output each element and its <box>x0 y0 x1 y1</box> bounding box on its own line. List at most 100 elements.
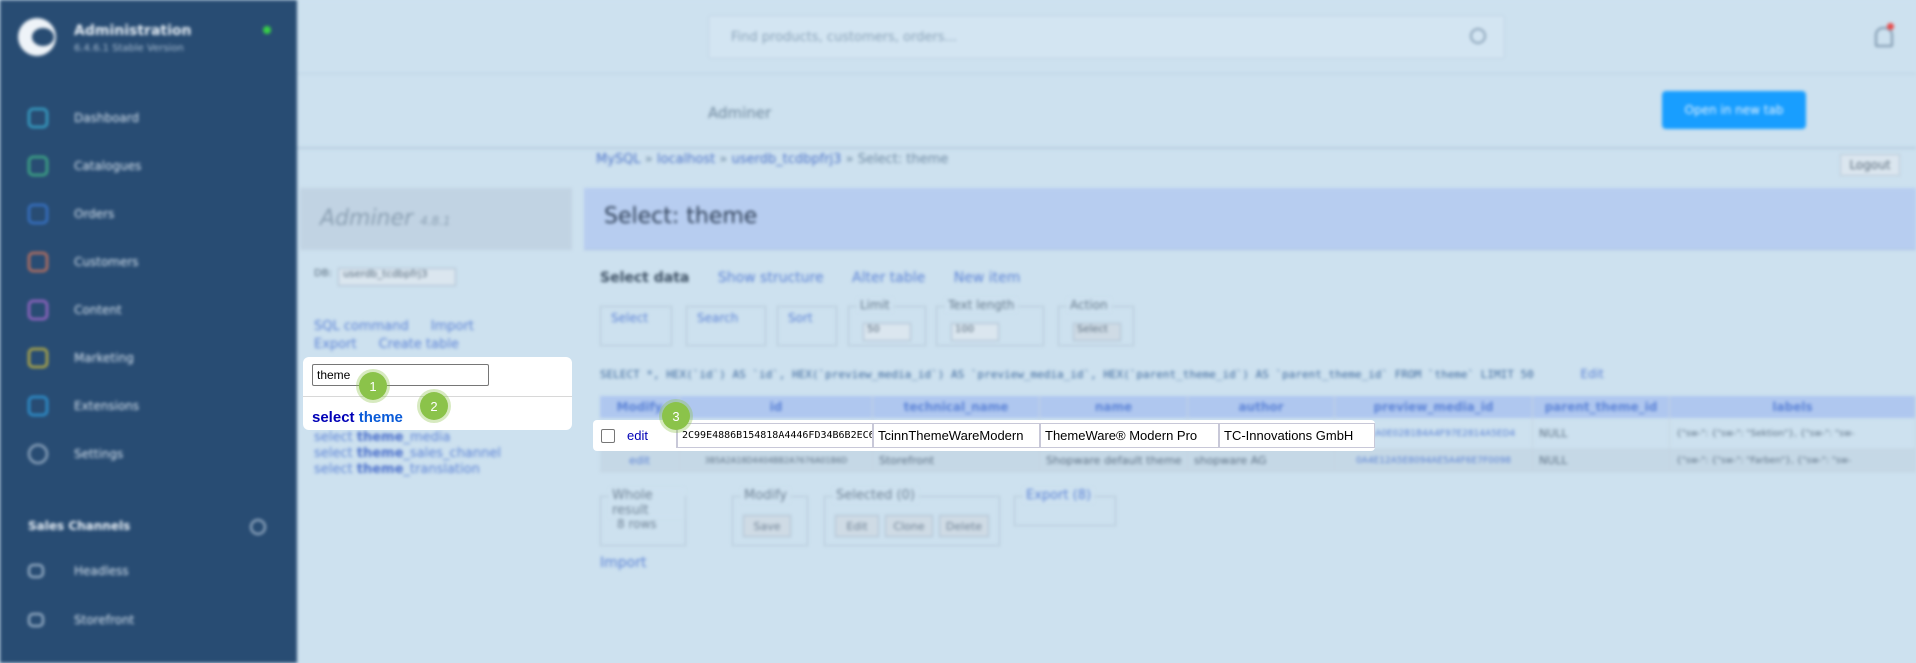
channel-icon <box>28 613 44 627</box>
sidebar-channel-headless[interactable]: Headless <box>28 564 129 578</box>
col-header-name[interactable]: name <box>1040 396 1188 418</box>
table-row: edit 3B5A2A18D4404BB2A7676A01B6D Storefr… <box>600 450 1916 472</box>
select-fieldset[interactable]: Select <box>600 306 672 346</box>
sidebar-title: Administration <box>74 23 192 39</box>
db-label: DB: <box>314 268 332 279</box>
limit-input[interactable]: 50 <box>863 323 911 341</box>
cell-preview-media-id[interactable]: 0A4E12A5E8094AE5A4F6E7F0098 <box>1335 450 1533 471</box>
db-select[interactable]: userdb_tcdbpfrj3 <box>337 268 456 286</box>
text-length-input[interactable]: 100 <box>951 323 999 341</box>
rows-count[interactable]: 8 rows <box>617 517 657 531</box>
tab-alter-table[interactable]: Alter table <box>852 270 925 286</box>
col-header-author[interactable]: author <box>1188 396 1335 418</box>
sidebar-item-content[interactable]: Content <box>0 286 297 334</box>
sql-edit-link[interactable]: Edit <box>1580 367 1603 381</box>
col-header-id[interactable]: id <box>680 396 873 418</box>
text-length-fieldset: Text length 100 <box>936 298 1044 346</box>
cell-id: 2C99E4886B154818A4446FD34B6B2EC6 <box>677 423 873 448</box>
edit-selected-button[interactable]: Edit <box>835 515 879 537</box>
adminer-sidebar: Adminer 4.8.1 DB: userdb_tcdbpfrj3 SQL co… <box>300 188 572 477</box>
cell-name: ThemeWare® Modern Pro <box>1040 423 1219 448</box>
cell-author: TC-Innovations GmbH <box>1219 423 1375 448</box>
customers-icon <box>28 252 48 272</box>
channel-icon <box>28 564 44 578</box>
search-icon[interactable] <box>1470 28 1486 44</box>
breadcrumb-db[interactable]: userdb_tcdbpfrj3 <box>732 152 842 167</box>
adminer-logo[interactable]: Adminer 4.8.1 <box>300 188 572 250</box>
sidebar-item-customers[interactable]: Customers <box>0 238 297 286</box>
breadcrumb-db-type[interactable]: MySQL <box>596 152 641 167</box>
col-header-preview-media-id[interactable]: preview_media_id <box>1335 396 1533 418</box>
fieldset-legend: Text length <box>945 298 1018 312</box>
col-header-technical-name[interactable]: technical_name <box>873 396 1040 418</box>
tab-new-item[interactable]: New item <box>954 270 1021 286</box>
add-sales-channel-icon[interactable] <box>250 519 266 535</box>
logout-button[interactable]: Logout <box>1840 154 1900 176</box>
db-selector: DB: userdb_tcdbpfrj3 <box>314 268 558 286</box>
table-link-match: theme <box>356 446 404 461</box>
orders-icon <box>28 204 48 224</box>
row-checkbox[interactable] <box>601 428 615 443</box>
dashboard-icon <box>28 108 48 128</box>
table-link-suffix: _translation <box>403 462 480 477</box>
save-button[interactable]: Save <box>743 515 791 537</box>
sidebar-item-label: Customers <box>74 255 139 269</box>
table-filter-input[interactable]: theme <box>312 364 489 386</box>
row-edit-link[interactable]: edit <box>627 428 648 443</box>
row-edit-link[interactable]: edit <box>600 450 680 471</box>
table-tabs: Select data Show structure Alter table N… <box>600 270 1044 286</box>
cell-author: shopware AG <box>1188 450 1335 471</box>
import-link[interactable]: Import <box>600 555 646 571</box>
sidebar-channel-storefront[interactable]: Storefront <box>28 613 134 627</box>
table-link-theme-media[interactable]: select theme_media <box>314 430 501 446</box>
table-link-prefix: select <box>314 430 357 445</box>
notification-bell-icon[interactable] <box>1875 27 1893 47</box>
select-theme-link[interactable]: select theme <box>312 409 403 426</box>
sort-fieldset[interactable]: Sort <box>777 306 837 346</box>
breadcrumb-current: Select: theme <box>857 152 949 167</box>
sidebar-item-dashboard[interactable]: Dashboard <box>0 94 297 142</box>
sidebar-item-extensions[interactable]: Extensions <box>0 382 297 430</box>
status-dot-icon <box>263 26 271 34</box>
sidebar-item-catalogues[interactable]: Catalogues <box>0 142 297 190</box>
select-submit-button[interactable]: Select <box>1073 323 1121 341</box>
col-header-parent-theme-id[interactable]: parent_theme_id <box>1533 396 1670 418</box>
open-in-new-tab-button[interactable]: Open in new tab <box>1662 91 1806 129</box>
sidebar-item-label: Content <box>74 303 122 317</box>
cell-labels: {"sw-": {"sw-": "Sektion"}, {"sw-": "sw- <box>1670 418 1916 449</box>
fieldset-legend: Selected (0) <box>833 488 918 503</box>
fieldset-legend: Whole result <box>609 488 685 518</box>
export-link[interactable]: Export (8) <box>1023 488 1095 503</box>
breadcrumb-host[interactable]: localhost <box>657 152 715 167</box>
adminer-links: SQL command Import Export Create table <box>314 318 558 354</box>
import-link[interactable]: Import <box>431 319 474 334</box>
sidebar-version: 6.4.6.1 Stable Version <box>74 43 184 54</box>
cell-name: Shopware default theme <box>1040 450 1188 471</box>
global-search-input[interactable]: Find products, customers, orders... <box>708 15 1505 59</box>
create-table-link[interactable]: Create table <box>379 337 459 352</box>
cell-technical-name: Storefront <box>873 450 1040 471</box>
adminer-logo-text: Adminer <box>320 206 414 231</box>
page-title: Select: theme <box>604 204 758 229</box>
search-fieldset[interactable]: Search <box>686 306 766 346</box>
export-fieldset[interactable]: Export (8) <box>1014 488 1116 526</box>
sales-channels-heading: Sales Channels <box>28 519 131 533</box>
export-link[interactable]: Export <box>314 337 357 352</box>
sql-command-link[interactable]: SQL command <box>314 319 409 334</box>
clone-selected-button[interactable]: Clone <box>885 515 933 537</box>
table-link-theme-sales-channel[interactable]: select theme_sales_channel <box>314 446 501 462</box>
sidebar-item-orders[interactable]: Orders <box>0 190 297 238</box>
modify-fieldset: Modify Save <box>732 488 808 546</box>
table-list: select theme_media select theme_sales_ch… <box>314 430 501 478</box>
delete-selected-button[interactable]: Delete <box>939 515 989 537</box>
content-icon <box>28 300 48 320</box>
sidebar-item-label: Settings <box>74 447 124 461</box>
page-heading-bar: Select: theme <box>584 188 1916 250</box>
table-link-theme-translation[interactable]: select theme_translation <box>314 462 501 478</box>
col-header-labels[interactable]: labels <box>1670 396 1916 418</box>
module-header: Adminer Open in new tab <box>297 74 1916 149</box>
sidebar-item-settings[interactable]: Settings <box>0 430 297 478</box>
sidebar-item-marketing[interactable]: Marketing <box>0 334 297 382</box>
limit-fieldset: Limit 50 <box>848 298 926 346</box>
tab-show-structure[interactable]: Show structure <box>718 270 824 286</box>
